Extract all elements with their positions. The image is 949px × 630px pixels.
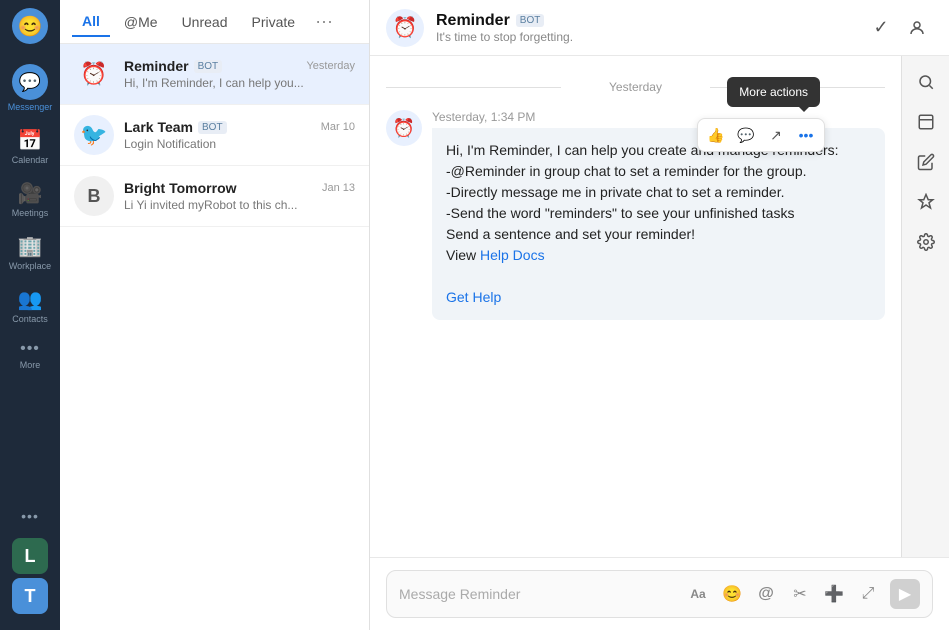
get-help-link[interactable]: Get Help (446, 289, 501, 305)
chat-item-name: Reminder BOT (124, 58, 222, 74)
tab-private[interactable]: Private (241, 8, 305, 36)
messages-area: Yesterday ⏰ Yesterday, 1:34 PM 👍 💬 ↗ ••• (370, 56, 901, 557)
chat-header-avatar: ⏰ (386, 9, 424, 47)
font-size-button[interactable]: Aa (684, 580, 712, 608)
scissors-button[interactable]: ✂ (786, 580, 814, 608)
chat-header-subtitle: It's time to stop forgetting. (436, 30, 853, 44)
settings-toolbar-button[interactable] (908, 224, 944, 260)
chat-main: ⏰ Reminder BOT It's time to stop forgett… (370, 0, 949, 630)
chat-header-name: Reminder BOT (436, 12, 853, 30)
more-actions-tooltip: More actions (727, 77, 820, 107)
message-content: Yesterday, 1:34 PM 👍 💬 ↗ ••• More action… (432, 110, 885, 320)
chat-item-time: Yesterday (306, 60, 355, 72)
bot-badge: BOT (194, 60, 223, 73)
check-button[interactable]: ✓ (865, 12, 897, 44)
tab-unread[interactable]: Unread (172, 8, 238, 36)
pin-toolbar-button[interactable] (908, 184, 944, 220)
bot-badge: BOT (198, 121, 227, 134)
contacts-icon: 👥 (18, 287, 43, 312)
list-item[interactable]: 🐦 Lark Team BOT Mar 10 Login Notificatio… (60, 105, 369, 166)
header-bot-badge: BOT (516, 14, 545, 27)
right-toolbar (901, 56, 949, 557)
sidebar-bottom: ••• L T (12, 498, 48, 622)
at-button[interactable]: @ (752, 580, 780, 608)
workplace-icon: 🏢 (18, 234, 43, 259)
chat-item-info: Reminder BOT Yesterday Hi, I'm Reminder,… (124, 58, 355, 90)
input-area: Aa 😊 @ ✂ ➕ ⤢ ▶ (370, 557, 949, 630)
apps-grid-button[interactable]: ••• (12, 498, 48, 534)
expand-button[interactable]: ⤢ (854, 580, 882, 608)
person-button[interactable] (901, 12, 933, 44)
sidebar-item-more[interactable]: ••• More (0, 332, 60, 378)
sidebar-item-workplace[interactable]: 🏢 Workplace (0, 226, 60, 279)
chat-item-time: Jan 13 (322, 182, 355, 194)
chat-item-name: Bright Tomorrow (124, 180, 237, 196)
list-item[interactable]: ⏰ Reminder BOT Yesterday Hi, I'm Reminde… (60, 44, 369, 105)
meetings-icon: 🎥 (18, 181, 43, 206)
chat-list-panel: All @Me Unread Private ··· ⏰ Reminder BO… (60, 0, 370, 630)
send-button[interactable]: ▶ (890, 579, 920, 609)
forward-button[interactable]: ↗ (762, 121, 790, 149)
chat-list-tabs: All @Me Unread Private ··· (60, 0, 369, 44)
sidebar-item-contacts[interactable]: 👥 Contacts (0, 279, 60, 332)
chat-item-info: Bright Tomorrow Jan 13 Li Yi invited myR… (124, 180, 355, 212)
messenger-icon: 💬 (12, 64, 48, 100)
more-icon: ••• (20, 340, 40, 358)
chat-item-preview: Login Notification (124, 137, 355, 151)
chat-item-header: Lark Team BOT Mar 10 (124, 119, 355, 135)
chat-item-time: Mar 10 (321, 121, 355, 133)
message-input[interactable] (399, 586, 676, 602)
sidebar-item-more-label: More (20, 360, 41, 370)
message-text: Hi, I'm Reminder, I can help you create … (446, 142, 839, 263)
chat-list-more-button[interactable]: ··· (309, 7, 339, 36)
chat-header-bar: ⏰ Reminder BOT It's time to stop forgett… (370, 0, 949, 56)
chat-item-info: Lark Team BOT Mar 10 Login Notification (124, 119, 355, 151)
avatar: ⏰ (74, 54, 114, 94)
message-avatar: ⏰ (386, 110, 422, 146)
chat-items: ⏰ Reminder BOT Yesterday Hi, I'm Reminde… (60, 44, 369, 630)
input-tools: Aa 😊 @ ✂ ➕ ⤢ (684, 580, 882, 608)
chat-item-header: Reminder BOT Yesterday (124, 58, 355, 74)
sidebar-item-workplace-label: Workplace (9, 261, 51, 271)
message-row: ⏰ Yesterday, 1:34 PM 👍 💬 ↗ ••• More acti… (386, 110, 885, 320)
sidebar-item-messenger-label: Messenger (8, 102, 53, 112)
chat-item-preview: Li Yi invited myRobot to this ch... (124, 198, 355, 212)
sidebar: 😊 💬 Messenger 📅 Calendar 🎥 Meetings 🏢 Wo… (0, 0, 60, 630)
search-toolbar-button[interactable] (908, 64, 944, 100)
avatar: 🐦 (74, 115, 114, 155)
chat-item-preview: Hi, I'm Reminder, I can help you... (124, 76, 355, 90)
message-actions: 👍 💬 ↗ ••• More actions (697, 118, 825, 152)
chat-item-name: Lark Team BOT (124, 119, 227, 135)
more-actions-button[interactable]: ••• More actions (792, 121, 820, 149)
sidebar-item-contacts-label: Contacts (12, 314, 48, 324)
tab-at-me[interactable]: @Me (114, 8, 168, 36)
add-button[interactable]: ➕ (820, 580, 848, 608)
user-t-button[interactable]: T (12, 578, 48, 614)
sidebar-item-calendar[interactable]: 📅 Calendar (0, 120, 60, 173)
emoji-button[interactable]: 😊 (718, 580, 746, 608)
calendar-icon: 📅 (18, 128, 43, 153)
user-avatar[interactable]: 😊 (12, 8, 48, 44)
list-item[interactable]: B Bright Tomorrow Jan 13 Li Yi invited m… (60, 166, 369, 227)
avatar: B (74, 176, 114, 216)
sidebar-item-calendar-label: Calendar (12, 155, 49, 165)
sidebar-item-messenger[interactable]: 💬 Messenger (0, 56, 60, 120)
edit-toolbar-button[interactable] (908, 144, 944, 180)
help-docs-link[interactable]: Help Docs (480, 247, 545, 263)
sidebar-item-meetings-label: Meetings (12, 208, 49, 218)
chat-header-info: Reminder BOT It's time to stop forgettin… (436, 12, 853, 44)
tab-all[interactable]: All (72, 7, 110, 37)
comment-button[interactable]: 💬 (732, 121, 760, 149)
user-l-button[interactable]: L (12, 538, 48, 574)
message-input-box: Aa 😊 @ ✂ ➕ ⤢ ▶ (386, 570, 933, 618)
chat-header-actions: ✓ (865, 12, 933, 44)
emoji-react-button[interactable]: 👍 (702, 121, 730, 149)
message-bubble: 👍 💬 ↗ ••• More actions Hi, I'm Reminder,… (432, 128, 885, 320)
sidebar-item-meetings[interactable]: 🎥 Meetings (0, 173, 60, 226)
files-toolbar-button[interactable] (908, 104, 944, 140)
chat-item-header: Bright Tomorrow Jan 13 (124, 180, 355, 196)
